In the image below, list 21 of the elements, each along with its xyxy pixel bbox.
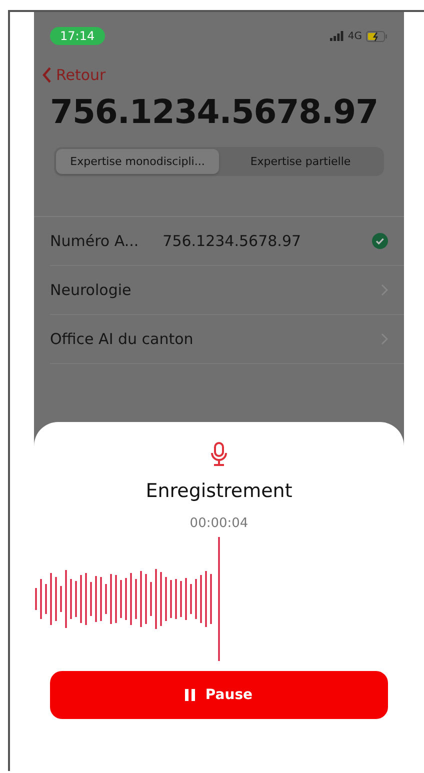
recording-timer: 00:00:04 — [190, 516, 248, 531]
segment-tab[interactable]: Expertise partielle — [219, 149, 382, 174]
microphone-icon — [210, 442, 228, 466]
chevron-right-icon — [381, 284, 388, 296]
segment-tab[interactable]: Expertise monodiscipli... — [56, 149, 219, 174]
back-button[interactable]: Retour — [42, 66, 106, 84]
list-item[interactable]: Office AI du canton — [50, 315, 404, 364]
pause-icon — [185, 689, 196, 701]
field-value: 756.1234.5678.97 — [162, 232, 302, 250]
status-time: 17:14 — [50, 27, 105, 45]
pause-button[interactable]: Pause — [50, 671, 388, 719]
signal-icon — [330, 31, 344, 41]
page-title: 756.1234.5678.97 — [50, 92, 380, 131]
network-label: 4G — [348, 30, 362, 42]
list-item[interactable]: Neurologie — [50, 266, 404, 315]
field-label: Numéro A... — [50, 232, 139, 250]
check-icon — [372, 233, 388, 249]
chevron-right-icon — [381, 333, 388, 345]
sheet-title: Enregistrement — [146, 480, 292, 502]
chevron-left-icon — [42, 67, 52, 83]
battery-charging-icon — [366, 30, 388, 42]
